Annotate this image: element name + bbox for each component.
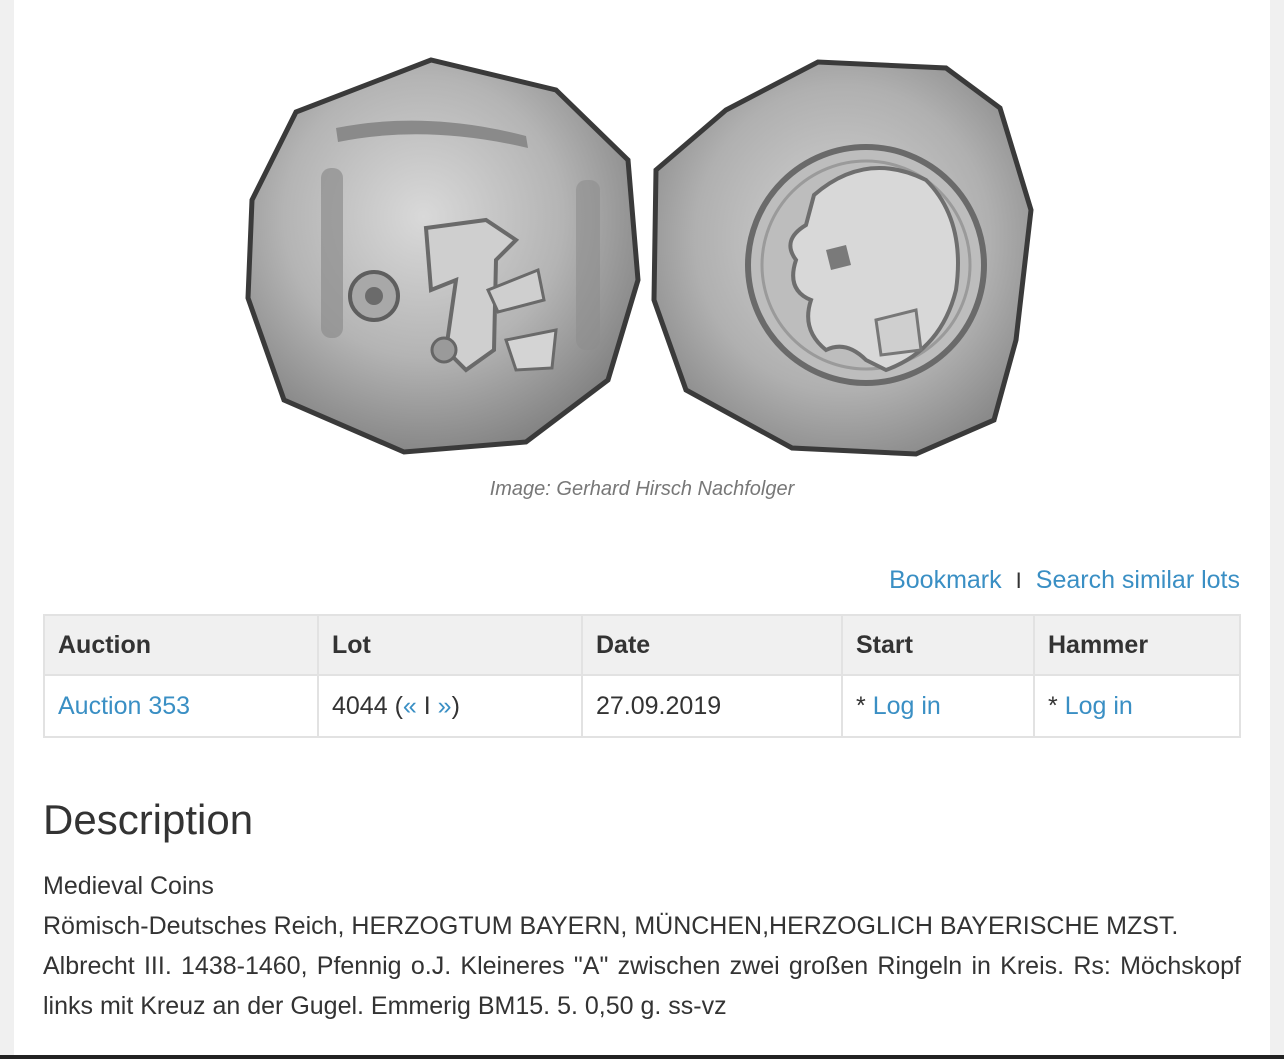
description-line-1: Römisch-Deutsches Reich, HERZOGTUM BAYER… [43, 912, 1179, 940]
cell-hammer: * Log in [1033, 674, 1241, 738]
next-lot-link[interactable]: » [438, 692, 452, 720]
header-lot: Lot [317, 614, 583, 676]
cell-auction: Auction 353 [43, 674, 319, 738]
lot-close-paren: ) [451, 691, 460, 720]
description-category: Medieval Coins [43, 872, 214, 900]
search-similar-lots-link[interactable]: Search similar lots [1036, 566, 1240, 595]
header-auction: Auction [43, 614, 319, 676]
description-title: Description [43, 796, 254, 843]
hammer-prefix: * [1048, 691, 1065, 720]
bottom-divider [0, 1055, 1284, 1059]
header-date: Date [581, 614, 843, 676]
header-hammer: Hammer [1033, 614, 1241, 676]
lot-table: Auction Lot Date Start Hammer Auction 35… [43, 614, 1241, 738]
actions-separator: I [1015, 567, 1022, 593]
lot-open-paren: ( [387, 691, 403, 720]
description-line-2: Albrecht III. 1438-1460, Pfennig o.J. Kl… [43, 952, 1241, 1020]
coin-reverse-icon [651, 59, 1034, 457]
image-caption: Image: Gerhard Hirsch Nachfolger [489, 478, 795, 500]
previous-lot-link[interactable]: « [403, 692, 417, 720]
start-login-link[interactable]: Log in [873, 692, 941, 720]
lot-number: 4044 [332, 691, 388, 720]
coin-obverse-icon [245, 57, 641, 455]
header-start: Start [841, 614, 1035, 676]
lot-nav-separator: I [416, 691, 438, 720]
lot-actions: Bookmark I Search similar lots [889, 566, 1240, 595]
description-body: Medieval Coins Römisch-Deutsches Reich, … [43, 866, 1241, 1026]
table-row: Auction 353 4044 (« I ») 27.09.2019 * Lo… [43, 674, 1241, 738]
cell-lot: 4044 (« I ») [317, 674, 583, 738]
cell-date: 27.09.2019 [581, 674, 843, 738]
cell-start: * Log in [841, 674, 1035, 738]
bookmark-link[interactable]: Bookmark [889, 566, 1002, 595]
start-prefix: * [856, 691, 873, 720]
auction-link[interactable]: Auction 353 [58, 692, 190, 720]
hammer-login-link[interactable]: Log in [1065, 692, 1133, 720]
coin-image[interactable] [226, 50, 1046, 460]
table-header-row: Auction Lot Date Start Hammer [43, 614, 1241, 676]
